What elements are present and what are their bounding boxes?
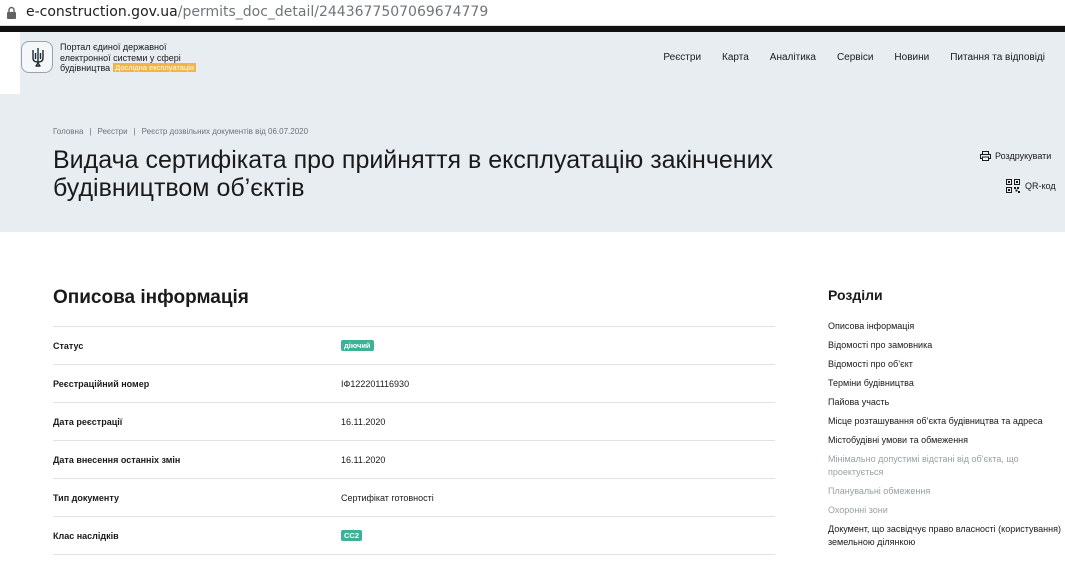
page-title: Видача сертифіката про прийняття в експл… <box>53 146 973 202</box>
section-link[interactable]: Терміни будівництва <box>828 377 1064 390</box>
nav-services[interactable]: Сервіси <box>837 52 873 63</box>
qr-code-label: QR-код <box>1025 181 1056 191</box>
page-title-line-1: Видача сертифіката про прийняття в експл… <box>53 146 774 174</box>
table-row: Клас наслідків СС2 <box>53 516 775 554</box>
browser-url-bar[interactable]: e-construction.gov.ua/permits_doc_detail… <box>0 0 1065 26</box>
nav-map[interactable]: Карта <box>722 52 749 63</box>
section-link[interactable]: Документ, що засвідчує право власності (… <box>828 523 1064 549</box>
table-row-divider <box>53 554 775 555</box>
table-row: Реєстраційний номер ІФ122201116930 <box>53 364 775 402</box>
site-header: Портал єдиної державної електронної сист… <box>20 32 1065 94</box>
row-label: Реєстраційний номер <box>53 379 150 389</box>
consequence-class-badge: СС2 <box>341 530 363 541</box>
section-link[interactable]: Пайова участь <box>828 396 1064 409</box>
table-row: Тип документу Сертифікат готовності <box>53 478 775 516</box>
table-row: Статус діючий <box>53 326 775 364</box>
qr-code-button[interactable]: QR-код <box>1006 179 1056 193</box>
sections-title: Розділи <box>828 287 883 303</box>
table-row: Дата реєстрації 16.11.2020 <box>53 402 775 440</box>
breadcrumb-registries[interactable]: Реєстри <box>97 127 127 136</box>
print-button[interactable]: Роздрукувати <box>980 151 1051 161</box>
section-link-disabled: Охоронні зони <box>828 505 888 515</box>
row-label: Дата внесення останніх змін <box>53 455 181 465</box>
breadcrumb-separator: | <box>133 127 136 136</box>
portal-line-1: Портал єдиної державної <box>60 42 167 52</box>
description-table: Статус діючий Реєстраційний номер ІФ1222… <box>53 326 775 555</box>
row-value: 16.11.2020 <box>341 417 386 427</box>
section-link[interactable]: Містобудівні умови та обмеження <box>828 434 1064 447</box>
site-logo[interactable] <box>21 41 53 73</box>
row-value: 16.11.2020 <box>341 455 386 465</box>
table-row: Дата внесення останніх змін 16.11.2020 <box>53 440 775 478</box>
breadcrumb-separator: | <box>89 127 92 136</box>
beta-badge: Дослідна експлуатація <box>113 63 196 72</box>
portal-name[interactable]: Портал єдиної державної електронної сист… <box>60 42 196 74</box>
status-badge: діючий <box>341 340 374 351</box>
row-label: Статус <box>53 341 84 351</box>
breadcrumb: Головна | Реєстри | Реєстр дозвільних докуме… <box>53 127 308 136</box>
nav-registries[interactable]: Реєстри <box>663 52 701 63</box>
nav-news[interactable]: Новини <box>894 52 929 63</box>
section-link-disabled: Мінімально допустимі відстані від об’єкт… <box>828 454 1019 477</box>
main-nav: Реєстри Карта Аналітика Сервіси Новини П… <box>663 52 1045 63</box>
section-link-disabled: Планувальні обмеження <box>828 486 931 496</box>
portal-line-2: електронної системи у сфері <box>60 52 181 63</box>
url-host: e-construction.gov.ua <box>26 4 178 20</box>
section-link[interactable]: Місце розташування об’єкта будівництва т… <box>828 415 1064 428</box>
row-value: Сертифікат готовності <box>341 493 434 503</box>
lock-icon <box>6 6 17 25</box>
breadcrumb-home[interactable]: Головна <box>53 127 83 136</box>
section-link[interactable]: Описова інформація <box>828 320 1064 333</box>
description-section-title: Описова інформація <box>53 287 249 308</box>
nav-faq[interactable]: Питання та відповіді <box>950 52 1045 63</box>
row-label: Клас наслідків <box>53 531 119 541</box>
section-link[interactable]: Відомості про об’єкт <box>828 358 1064 371</box>
row-label: Тип документу <box>53 493 119 503</box>
section-link[interactable]: Відомості про замовника <box>828 339 1064 352</box>
printer-icon <box>980 151 991 161</box>
page-title-line-2: будівництвом об’єктів <box>53 174 305 202</box>
page-hero: Головна | Реєстри | Реєстр дозвільних докуме… <box>0 94 1065 232</box>
nav-analytics[interactable]: Аналітика <box>770 52 816 63</box>
portal-line-3: будівництва <box>60 63 111 73</box>
trident-icon <box>32 48 44 67</box>
row-value: ІФ122201116930 <box>341 379 410 389</box>
row-label: Дата реєстрації <box>53 417 123 427</box>
print-label: Роздрукувати <box>995 151 1052 161</box>
url-path: /permits_doc_detail/2443677507069674779 <box>177 4 489 20</box>
url-text[interactable]: e-construction.gov.ua/permits_doc_detail… <box>26 4 488 20</box>
breadcrumb-current[interactable]: Реєстр дозвільних документів від 06.07.2… <box>142 127 308 136</box>
qr-code-icon <box>1006 179 1020 193</box>
sections-list: Описова інформація Відомості про замовни… <box>828 320 1064 555</box>
